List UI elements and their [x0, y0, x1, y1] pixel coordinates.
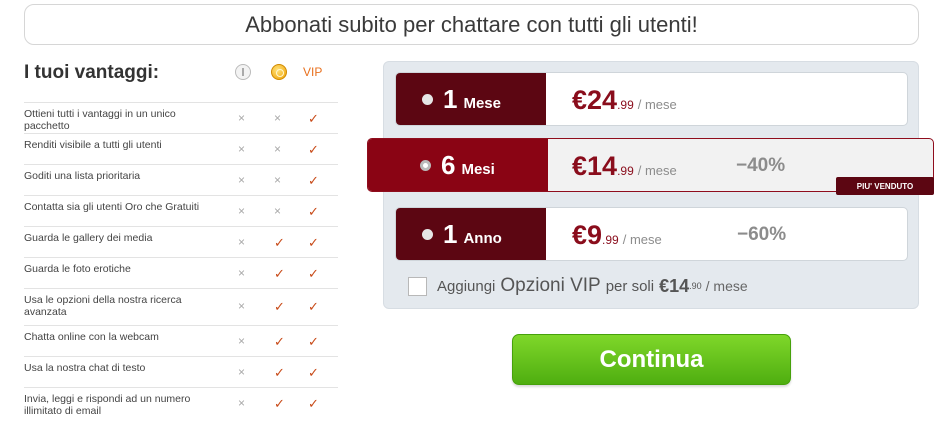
free-member-icon	[235, 64, 251, 80]
cross-icon: ×	[238, 299, 246, 313]
vip-option-price: €14	[659, 275, 690, 296]
plan-1-month[interactable]: 1 Mese €24 .99 / mese	[395, 72, 908, 126]
cross-icon: ×	[238, 396, 246, 410]
benefit-row: Contatta sia gli utenti Oro che Gratuiti…	[24, 195, 338, 226]
benefit-text: Renditi visibile a tutti gli utenti	[24, 139, 162, 151]
vip-option-name: Opzioni VIP	[500, 275, 601, 296]
check-icon: ✓	[308, 334, 319, 349]
subscribe-header: Abbonati subito per chattare con tutti g…	[24, 4, 919, 45]
benefits-title: I tuoi vantaggi:	[24, 62, 160, 83]
check-icon: ✓	[308, 235, 319, 250]
benefit-text: Usa la nostra chat di testo	[24, 362, 146, 374]
cross-icon: ×	[274, 111, 282, 125]
check-icon: ✓	[274, 365, 285, 380]
benefit-row: Guarda le foto erotiche × ✓ ✓	[24, 257, 338, 288]
check-icon: ✓	[274, 396, 285, 411]
vip-option-text: Aggiungi	[437, 277, 496, 295]
cross-icon: ×	[238, 142, 246, 156]
price-period: / mese	[622, 232, 662, 247]
price-main: €24	[572, 85, 618, 115]
benefit-text: Contatta sia gli utenti Oro che Gratuiti	[24, 201, 200, 213]
vip-option-text: per soli	[605, 277, 655, 295]
cross-icon: ×	[238, 266, 246, 280]
check-icon: ✓	[274, 235, 285, 250]
benefit-row: Goditi una lista prioritaria × × ✓	[24, 164, 338, 195]
cross-icon: ×	[238, 235, 246, 249]
best-seller-badge: PIU' VENDUTO	[836, 177, 934, 195]
check-icon: ✓	[308, 142, 319, 157]
plan-duration-number: 1	[443, 83, 458, 114]
plan-duration-unit: Anno	[463, 229, 502, 247]
vip-column-label: VIP	[303, 65, 323, 79]
benefit-text: Guarda le gallery dei media	[24, 232, 153, 244]
continue-button[interactable]: Continua	[512, 334, 791, 385]
check-icon: ✓	[308, 204, 319, 219]
cross-icon: ×	[238, 173, 246, 187]
benefit-text: Invia, leggi e rispondi ad un numero ill…	[24, 393, 191, 417]
price-main: €9	[572, 220, 603, 250]
price-cents: .99	[617, 164, 634, 178]
price-period: / mese	[637, 163, 677, 178]
check-icon: ✓	[308, 396, 319, 411]
plan-label: 1 Anno	[396, 208, 546, 260]
benefit-row: Renditi visibile a tutti gli utenti × × …	[24, 133, 338, 164]
plan-price: €24 .99 / mese	[572, 73, 677, 125]
plan-price: €9 .99 / mese	[572, 208, 662, 260]
cross-icon: ×	[238, 365, 246, 379]
benefit-text: Ottieni tutti i vantaggi in un unico pac…	[24, 108, 176, 132]
benefit-text: Guarda le foto erotiche	[24, 263, 131, 275]
cross-icon: ×	[274, 173, 282, 187]
check-icon: ✓	[308, 365, 319, 380]
benefit-text: Usa le opzioni della nostra ricerca avan…	[24, 294, 182, 318]
check-icon: ✓	[274, 334, 285, 349]
plan-1-year[interactable]: 1 Anno €9 .99 / mese −60%	[395, 207, 908, 261]
gold-coin-icon	[271, 64, 287, 80]
benefit-text: Chatta online con la webcam	[24, 331, 159, 343]
check-icon: ✓	[308, 173, 319, 188]
header-title: Abbonati subito per chattare con tutti g…	[245, 11, 698, 37]
plan-label: 1 Mese	[396, 73, 546, 125]
check-icon: ✓	[274, 266, 285, 281]
check-icon: ✓	[308, 266, 319, 281]
vip-option-period: / mese	[705, 278, 748, 294]
plan-duration-number: 6	[441, 149, 456, 180]
cross-icon: ×	[238, 111, 246, 125]
cross-icon: ×	[238, 334, 246, 348]
benefit-text: Goditi una lista prioritaria	[24, 170, 141, 182]
plan-duration-unit: Mesi	[461, 160, 495, 178]
benefit-row: Usa le opzioni della nostra ricerca avan…	[24, 288, 338, 325]
cross-icon: ×	[274, 142, 282, 156]
benefit-row: Usa la nostra chat di testo × ✓ ✓	[24, 356, 338, 387]
benefit-row: Ottieni tutti i vantaggi in un unico pac…	[24, 102, 338, 133]
vip-option[interactable]: Aggiungi Opzioni VIP per soli €14 .90 / …	[408, 275, 748, 297]
plan-duration-number: 1	[443, 218, 458, 249]
benefits-table: Ottieni tutti i vantaggi in un unico pac…	[24, 102, 338, 425]
cross-icon: ×	[238, 204, 246, 218]
benefit-row: Guarda le gallery dei media × ✓ ✓	[24, 226, 338, 257]
check-icon: ✓	[274, 299, 285, 314]
price-cents: .99	[602, 233, 619, 247]
benefit-row: Invia, leggi e rispondi ad un numero ill…	[24, 387, 338, 425]
benefit-row: Chatta online con la webcam × ✓ ✓	[24, 325, 338, 356]
cross-icon: ×	[274, 204, 282, 218]
plan-price: €14 .99 / mese	[572, 139, 677, 191]
plan-discount: −60%	[737, 224, 787, 245]
plan-duration-unit: Mese	[463, 94, 501, 112]
radio-icon[interactable]	[422, 93, 433, 105]
vip-option-price-cents: .90	[689, 281, 702, 291]
plan-label: 6 Mesi	[368, 139, 548, 191]
price-period: / mese	[637, 97, 677, 112]
vip-option-checkbox[interactable]	[408, 276, 427, 296]
check-icon: ✓	[308, 299, 319, 314]
radio-icon[interactable]	[420, 159, 431, 171]
price-main: €14	[572, 151, 618, 181]
check-icon: ✓	[308, 111, 319, 126]
plan-discount: −40%	[736, 155, 786, 176]
price-cents: .99	[617, 98, 634, 112]
radio-icon[interactable]	[422, 228, 433, 240]
